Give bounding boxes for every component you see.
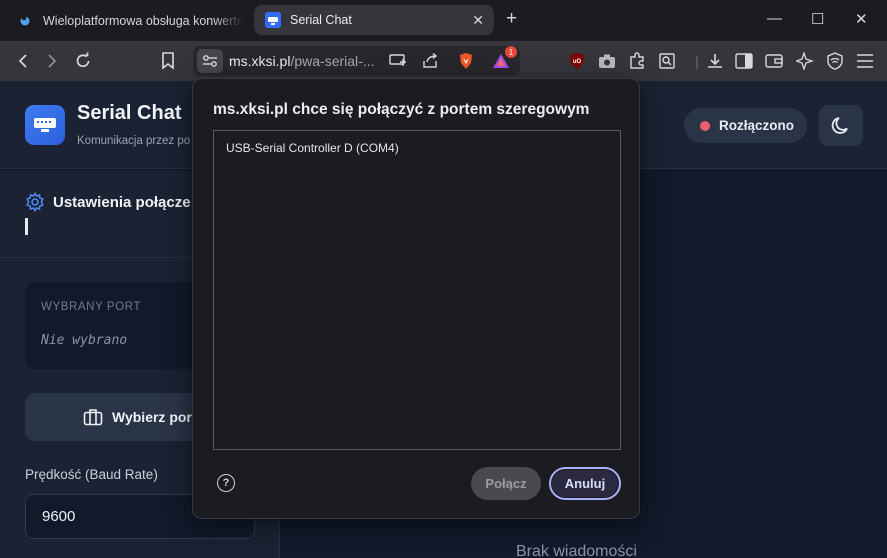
url-text: ms.xksi.pl/pwa-serial-... <box>229 53 374 69</box>
tab-serial-chat[interactable]: Serial Chat ✕ <box>254 5 494 35</box>
selected-port-value: Nie wybrano <box>41 333 128 348</box>
status-dot-icon <box>700 120 710 131</box>
gear-icon <box>26 192 44 212</box>
sidebar-icon[interactable] <box>733 50 755 72</box>
selected-port-label: WYBRANY PORT <box>41 301 142 313</box>
address-bar[interactable]: ms.xksi.pl/pwa-serial-... 1 <box>193 46 520 76</box>
baud-rate-label: Prędkość (Baud Rate) <box>25 467 158 482</box>
reload-icon[interactable] <box>72 50 94 72</box>
briefcase-icon <box>83 409 103 426</box>
cancel-button[interactable]: Anuluj <box>549 467 621 500</box>
status-text: Rozłączono <box>719 118 795 133</box>
empty-messages-text: Brak wiadomości <box>516 543 637 558</box>
install-icon[interactable] <box>387 50 409 72</box>
ublock-icon[interactable]: uO <box>566 50 588 72</box>
tab-close-icon[interactable]: ✕ <box>472 12 484 29</box>
settings-title: Ustawienia połącze <box>53 193 191 211</box>
moon-icon <box>831 116 848 134</box>
serial-chat-favicon-icon <box>265 12 281 28</box>
tab-strip: Wieloplatformowa obsługa konwertera Seri… <box>0 0 887 41</box>
minimize-icon[interactable]: — <box>767 10 782 27</box>
maximize-icon[interactable]: ☐ <box>811 10 824 28</box>
select-port-label: Wybierz por <box>112 409 192 425</box>
url-path: /pwa-serial-... <box>290 53 375 69</box>
leo-icon[interactable] <box>794 50 816 72</box>
connect-button[interactable]: Połącz <box>471 467 541 500</box>
download-icon[interactable] <box>704 50 726 72</box>
browser-toolbar: ms.xksi.pl/pwa-serial-... 1 uO | <box>0 41 887 81</box>
reader-icon[interactable] <box>656 50 678 72</box>
help-icon[interactable]: ? <box>217 474 235 492</box>
dialog-title: ms.xksi.pl chce się połączyć z portem sz… <box>213 101 590 118</box>
serial-port-permission-dialog: ms.xksi.pl chce się połączyć z portem sz… <box>192 78 640 519</box>
tab-title: Wieloplatformowa obsługa konwertera <box>43 13 243 28</box>
back-icon[interactable] <box>12 50 34 72</box>
rewards-badge: 1 <box>505 46 517 58</box>
tab-favicon-icon <box>19 13 33 28</box>
text-cursor <box>25 218 28 235</box>
new-tab-icon[interactable]: + <box>506 8 517 30</box>
theme-toggle-button[interactable] <box>819 105 863 146</box>
app-logo-icon <box>25 105 65 145</box>
forward-icon[interactable] <box>41 50 63 72</box>
site-settings-icon[interactable] <box>197 49 223 73</box>
tab-converter[interactable]: Wieloplatformowa obsługa konwertera <box>10 0 246 41</box>
port-list[interactable]: USB-Serial Controller D (COM4) <box>213 130 621 450</box>
brave-shields-icon[interactable] <box>455 50 477 72</box>
app-title: Serial Chat <box>77 102 182 124</box>
bookmark-icon[interactable] <box>157 50 179 72</box>
wallet-icon[interactable] <box>763 50 785 72</box>
settings-heading: Ustawienia połącze <box>25 192 191 212</box>
svg-text:uO: uO <box>573 59 582 65</box>
connection-status-badge: Rozłączono <box>684 108 807 143</box>
share-icon[interactable] <box>420 50 442 72</box>
camera-icon[interactable] <box>596 50 618 72</box>
app-subtitle: Komunikacja przez po <box>77 135 191 147</box>
port-list-item[interactable]: USB-Serial Controller D (COM4) <box>226 141 399 155</box>
window-close-icon[interactable]: ✕ <box>855 10 868 28</box>
vpn-icon[interactable] <box>824 50 846 72</box>
url-host: ms.xksi.pl <box>229 53 291 69</box>
menu-icon[interactable] <box>854 50 876 72</box>
extensions-icon[interactable] <box>626 50 648 72</box>
brave-rewards-icon[interactable]: 1 <box>490 46 517 72</box>
tab-title: Serial Chat <box>290 13 352 27</box>
